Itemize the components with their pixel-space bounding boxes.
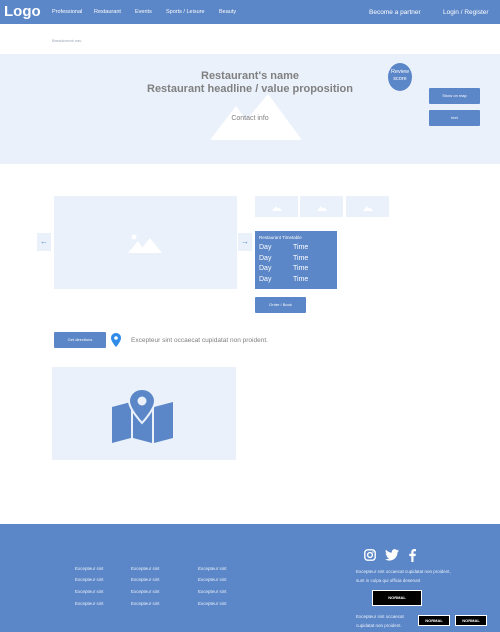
footer-paragraph-2: Excepteur sint occaecat cupidatat non pr… [356, 614, 404, 628]
directions-description: Excepteur sint occaecat cupidatat non pr… [131, 337, 268, 344]
footer-paragraph: Excepteur sint occaecat cupidatat non pr… [356, 569, 451, 583]
nav-link-events[interactable]: Events [135, 9, 152, 16]
contact-info: Contact info [231, 115, 269, 122]
become-partner-link[interactable]: Become a partner [369, 9, 421, 17]
gallery-prev-button[interactable]: ← [37, 233, 51, 251]
nav-link-sports[interactable]: Sports / Leisure [166, 9, 205, 16]
image-placeholder-icon [128, 234, 162, 253]
order-book-button[interactable]: Order / Book [255, 297, 306, 313]
timetable-time: Time [293, 244, 309, 251]
timetable-time: Time [293, 254, 309, 262]
footer-link[interactable]: Excepteur sint [131, 566, 160, 571]
location-pin-icon [111, 333, 121, 347]
show-on-map-button[interactable]: Show on map [429, 88, 480, 104]
thumbnail-image-icon [272, 206, 282, 211]
logo[interactable]: Logo [4, 4, 41, 20]
footer-normal-button[interactable]: NORMAL [372, 590, 422, 606]
text-button[interactable]: text [429, 110, 480, 126]
twitter-icon[interactable] [385, 549, 399, 561]
footer-link[interactable]: Excepteur sint [131, 589, 160, 594]
footer-link[interactable]: Excepteur sint [75, 566, 104, 571]
timetable-time: Time [293, 275, 309, 283]
timetable-day: Day [259, 275, 272, 283]
footer-link[interactable]: Excepteur sint [75, 577, 104, 582]
footer-link[interactable]: Excepteur sint [131, 577, 160, 582]
timetable-title: Restaurant Timetable [259, 235, 302, 240]
footer-link[interactable]: Excepteur sint [75, 589, 104, 594]
timetable-time: Time [293, 265, 309, 272]
arrow-left-icon: ← [40, 237, 48, 246]
thumbnail-image-icon [363, 206, 373, 211]
footer-link[interactable]: Excepteur sint [198, 577, 227, 582]
get-directions-button[interactable]: Get directions [54, 332, 106, 348]
nav-link-beauty[interactable]: Beauty [219, 9, 236, 16]
thumbnail-image-icon [317, 206, 327, 211]
facebook-icon[interactable] [409, 549, 416, 562]
review-label: Review [390, 69, 410, 75]
nav-link-professional[interactable]: Professional [52, 9, 82, 16]
map-icon [112, 389, 173, 443]
footer-small-button[interactable]: NORMAL [455, 615, 487, 626]
restaurant-headline: Restaurant headline / value proposition [147, 83, 353, 95]
instagram-icon[interactable] [364, 549, 376, 561]
footer-link[interactable]: Excepteur sint [198, 601, 227, 606]
footer-link[interactable]: Excepteur sint [198, 566, 227, 571]
breadcrumb[interactable]: Breadcrumb nav [52, 38, 81, 43]
arrow-right-icon: → [241, 237, 249, 246]
footer-small-button[interactable]: NORMAL [418, 615, 450, 626]
timetable-day: Day [259, 265, 272, 272]
timetable-day: Day [259, 244, 272, 251]
footer-link[interactable]: Excepteur sint [131, 601, 160, 606]
login-register-link[interactable]: Login / Register [443, 9, 489, 17]
nav-link-restaurant[interactable]: Restaurant [94, 9, 121, 16]
restaurant-name: Restaurant's name [201, 70, 299, 82]
footer-link[interactable]: Excepteur sint [75, 601, 104, 606]
score-label: score [393, 76, 407, 82]
timetable-day: Day [259, 254, 272, 262]
gallery-next-button[interactable]: → [238, 233, 252, 251]
review-score-badge: Review score [388, 63, 412, 91]
restaurant-timetable: Restaurant Timetable Day Time Day Time D… [255, 231, 337, 289]
footer-link[interactable]: Excepteur sint [198, 589, 227, 594]
